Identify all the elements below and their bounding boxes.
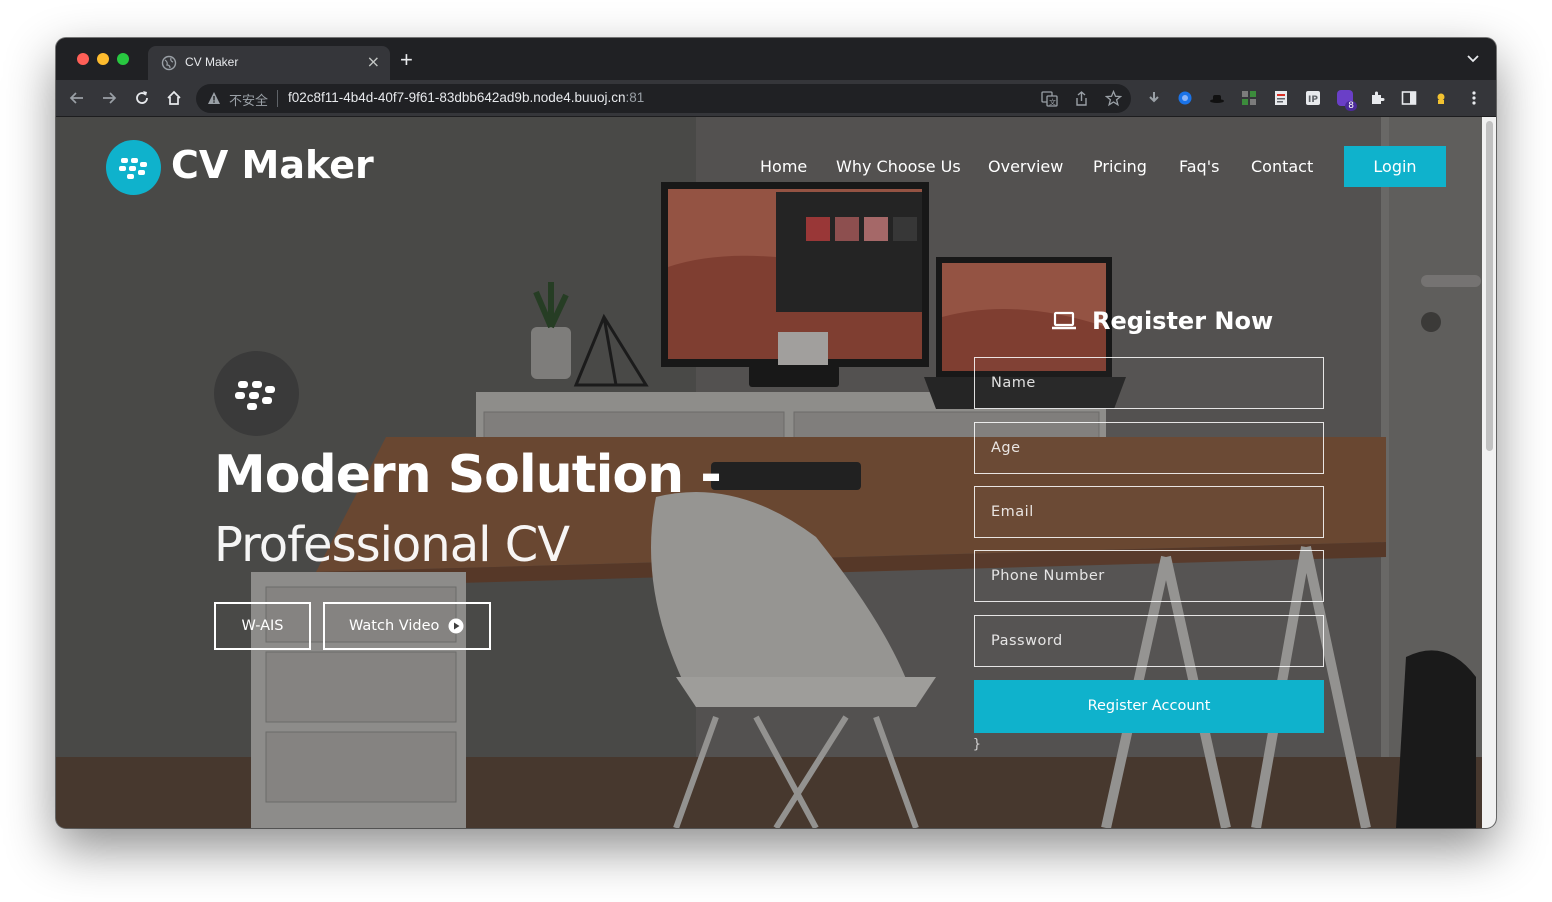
chevron-down-icon[interactable] <box>1466 51 1480 65</box>
hero-logo-badge <box>214 351 299 436</box>
url-port: :81 <box>625 90 645 105</box>
divider <box>277 90 278 107</box>
hero-subtitle: Professional CV <box>214 517 570 573</box>
extension-blue-icon[interactable] <box>1177 90 1193 106</box>
globe-icon <box>161 55 177 71</box>
tab-title: CV Maker <box>185 55 239 69</box>
register-title: Register Now <box>1092 307 1274 335</box>
extension-purple-icon[interactable]: 8 <box>1337 90 1357 111</box>
maximize-window-button[interactable] <box>117 53 129 65</box>
web-page: CV Maker Home Why Choose Us Overview Pri… <box>56 117 1482 828</box>
stray-text: } <box>973 737 981 752</box>
watch-video-label: Watch Video <box>349 618 440 634</box>
scrollbar-thumb[interactable] <box>1486 121 1493 451</box>
blackberry-icon <box>235 381 275 410</box>
warning-icon <box>208 92 220 104</box>
laptop-icon <box>1052 311 1076 330</box>
hero-title: Modern Solution - <box>214 445 722 505</box>
svg-text:文: 文 <box>1049 98 1056 107</box>
name-field[interactable]: Name <box>974 357 1324 409</box>
browser-toolbar: 不安全 f02c8f11-4b4d-40f7-9f61-83dbb642ad9b… <box>56 80 1496 117</box>
logo-text[interactable]: CV Maker <box>171 143 374 187</box>
register-account-button[interactable]: Register Account <box>974 680 1324 733</box>
nav-home[interactable]: Home <box>760 157 807 176</box>
play-circle-icon <box>448 618 464 634</box>
back-arrow-icon[interactable] <box>68 89 86 107</box>
browser-window: CV Maker × + 不安全 f02c8f11-4b4d-40f7-9f61… <box>56 38 1496 828</box>
tab-strip: CV Maker × + <box>56 38 1496 80</box>
download-icon[interactable] <box>1146 90 1162 106</box>
side-panel-icon[interactable] <box>1401 90 1417 106</box>
watch-video-button[interactable]: Watch Video <box>323 602 491 650</box>
nav-pricing[interactable]: Pricing <box>1093 157 1147 176</box>
svg-text:IP: IP <box>1308 95 1318 105</box>
forward-arrow-icon[interactable] <box>100 89 118 107</box>
profile-avatar-icon[interactable] <box>1433 90 1449 106</box>
nav-why-choose-us[interactable]: Why Choose Us <box>836 157 961 176</box>
security-label[interactable]: 不安全 <box>229 90 268 109</box>
nav-contact[interactable]: Contact <box>1251 157 1313 176</box>
url-host: f02c8f11-4b4d-40f7-9f61-83dbb642ad9b.nod… <box>288 90 626 105</box>
extension-hat-icon[interactable] <box>1209 90 1225 106</box>
nav-overview[interactable]: Overview <box>988 157 1063 176</box>
translate-icon[interactable]: 文 <box>1041 90 1058 107</box>
vertical-scrollbar[interactable] <box>1482 117 1496 828</box>
nav-faqs[interactable]: Faq's <box>1179 157 1219 176</box>
w-ais-button[interactable]: W-AIS <box>214 602 311 650</box>
extension-grid-icon[interactable] <box>1241 90 1257 106</box>
home-icon[interactable] <box>165 89 183 107</box>
bookmark-star-icon[interactable] <box>1105 90 1122 107</box>
email-field[interactable]: Email <box>974 486 1324 538</box>
tab-cv-maker[interactable]: CV Maker × <box>148 46 390 80</box>
extension-doc-icon[interactable] <box>1273 90 1289 106</box>
blackberry-icon <box>119 158 147 179</box>
address-bar[interactable]: 不安全 f02c8f11-4b4d-40f7-9f61-83dbb642ad9b… <box>196 84 1131 113</box>
more-options-icon[interactable] <box>1466 90 1482 106</box>
extension-badge: 8 <box>1345 101 1357 111</box>
url-text[interactable]: f02c8f11-4b4d-40f7-9f61-83dbb642ad9b.nod… <box>288 90 644 105</box>
extension-ip-icon[interactable]: IP <box>1305 90 1321 106</box>
login-button[interactable]: Login <box>1344 146 1446 187</box>
age-field[interactable]: Age <box>974 422 1324 474</box>
puzzle-piece-icon[interactable] <box>1369 90 1385 106</box>
phone-number-field[interactable]: Phone Number <box>974 550 1324 602</box>
new-tab-button[interactable]: + <box>400 48 413 72</box>
tab-close-icon[interactable]: × <box>367 52 380 72</box>
close-window-button[interactable] <box>77 53 89 65</box>
password-field[interactable]: Password <box>974 615 1324 667</box>
logo-badge[interactable] <box>106 140 161 195</box>
minimize-window-button[interactable] <box>97 53 109 65</box>
reload-icon[interactable] <box>133 89 151 107</box>
share-icon[interactable] <box>1073 90 1090 107</box>
